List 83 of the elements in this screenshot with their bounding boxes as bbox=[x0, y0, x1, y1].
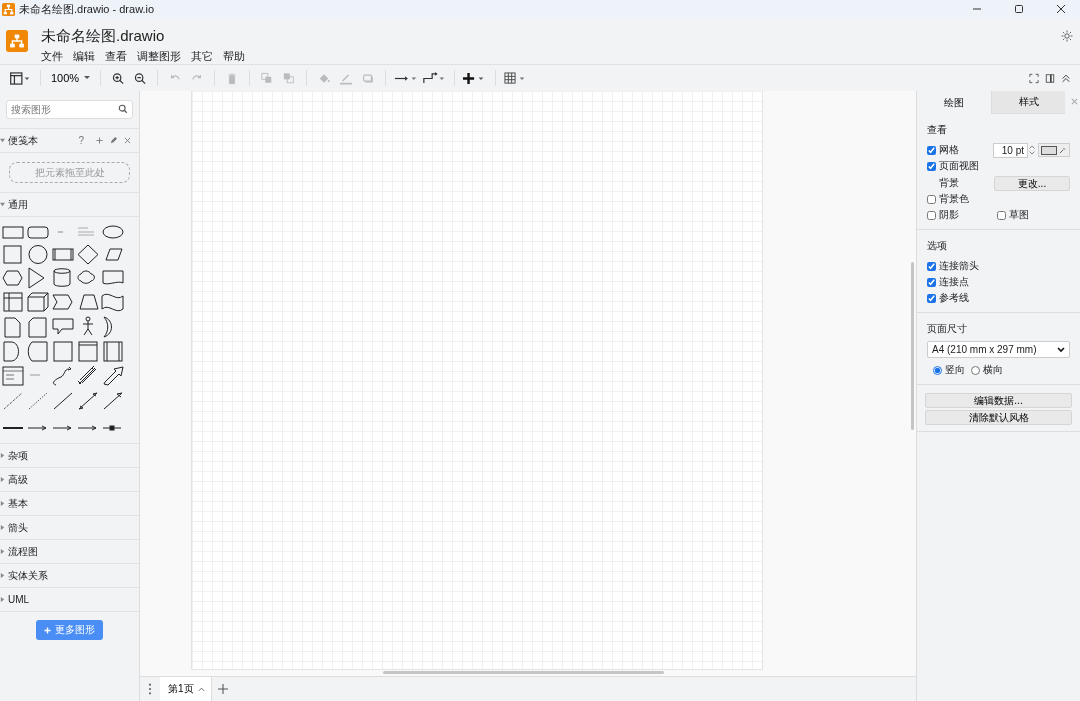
grid-size-field[interactable]: 10 pt bbox=[993, 142, 1028, 158]
menu-item[interactable]: 文件 bbox=[41, 49, 63, 64]
zoom-out-icon[interactable] bbox=[134, 71, 147, 85]
radio-button[interactable] bbox=[933, 365, 942, 375]
checkbox[interactable] bbox=[927, 161, 936, 171]
menu-item[interactable]: 调整图形 bbox=[137, 49, 181, 64]
pencil-icon[interactable] bbox=[110, 137, 117, 144]
page-tab[interactable]: 第1页 bbox=[160, 677, 212, 701]
add-page-icon[interactable] bbox=[217, 684, 228, 694]
checkbox-label: 阴影 bbox=[939, 208, 959, 222]
section-title[interactable]: 基本 bbox=[8, 496, 28, 511]
maximize-icon[interactable] bbox=[1014, 4, 1024, 14]
more-vertical-icon[interactable] bbox=[148, 683, 152, 695]
plus-icon bbox=[44, 626, 51, 634]
menu-item[interactable]: 帮助 bbox=[223, 49, 245, 64]
drop-zone: 把元素拖至此处 bbox=[9, 162, 130, 183]
checkbox-label: 背景色 bbox=[939, 192, 969, 206]
window-title: 未命名绘图.drawio - draw.io bbox=[19, 1, 155, 17]
checkbox[interactable] bbox=[927, 210, 936, 220]
radio-label: 竖向 bbox=[945, 363, 965, 377]
change-button[interactable]: 更改... bbox=[994, 176, 1070, 191]
group-heading: 页面尺寸 bbox=[927, 323, 968, 336]
section-title[interactable]: 通用 bbox=[8, 197, 28, 212]
help-button[interactable]: ? bbox=[78, 135, 84, 146]
sun-icon[interactable] bbox=[1061, 30, 1073, 42]
panel-button[interactable]: 编辑数据... bbox=[925, 393, 1072, 408]
section-title[interactable]: 实体关系 bbox=[8, 568, 48, 583]
menu-item[interactable]: 查看 bbox=[105, 49, 127, 64]
section-title[interactable]: UML bbox=[8, 594, 30, 605]
checkbox[interactable] bbox=[927, 261, 936, 271]
caret-icon bbox=[84, 76, 91, 80]
checkbox-label: 连接箭头 bbox=[939, 259, 979, 273]
radio-label: 横向 bbox=[983, 363, 1003, 377]
add-icon[interactable] bbox=[96, 137, 103, 144]
spinner-icon[interactable] bbox=[1029, 144, 1035, 156]
section-title[interactable]: 便笺本 bbox=[8, 133, 38, 148]
app-logo-icon bbox=[2, 2, 15, 16]
expand-arrow-icon[interactable] bbox=[0, 501, 5, 506]
file-title[interactable]: 未命名绘图.drawio bbox=[41, 26, 245, 46]
checkbox-label: 连接点 bbox=[939, 275, 969, 289]
checkbox[interactable] bbox=[927, 194, 936, 204]
checkbox[interactable] bbox=[997, 210, 1006, 220]
checkbox-label: 页面视图 bbox=[939, 159, 979, 173]
eyedropper-icon bbox=[1059, 146, 1066, 154]
close-icon[interactable] bbox=[1056, 4, 1066, 14]
vertical-scrollbar[interactable] bbox=[911, 262, 914, 430]
panel-button[interactable]: 清除默认风格 bbox=[925, 410, 1072, 425]
chevron-icon bbox=[1057, 346, 1065, 353]
checkbox[interactable] bbox=[927, 293, 936, 303]
checkbox-label: 参考线 bbox=[939, 291, 969, 305]
checkbox[interactable] bbox=[927, 145, 936, 155]
expand-arrow-icon[interactable] bbox=[0, 477, 5, 482]
expand-arrow-icon[interactable] bbox=[0, 573, 5, 578]
paper-size-dropdown[interactable]: A4 (210 mm x 297 mm) bbox=[927, 341, 1070, 358]
expand-arrow-icon[interactable] bbox=[0, 202, 5, 207]
expand-arrow-icon[interactable] bbox=[0, 549, 5, 554]
section-title[interactable]: 杂项 bbox=[8, 448, 28, 463]
menu-item[interactable]: 其它 bbox=[191, 49, 213, 64]
section-title[interactable]: 高级 bbox=[8, 472, 28, 487]
checkbox[interactable] bbox=[927, 277, 936, 287]
checkbox-label: 草图 bbox=[1009, 208, 1029, 222]
search-field[interactable]: 搜索图形 bbox=[6, 100, 133, 119]
panel-tab[interactable]: 样式 bbox=[991, 91, 1065, 114]
group-heading: 查看 bbox=[927, 124, 948, 137]
radio-button[interactable] bbox=[971, 365, 980, 375]
fullscreen-icon[interactable] bbox=[1029, 71, 1039, 85]
caret-icon bbox=[197, 686, 205, 692]
checkbox-label: 网格 bbox=[939, 143, 959, 157]
menu-item[interactable]: 编辑 bbox=[73, 49, 95, 64]
group-heading: 选项 bbox=[927, 240, 948, 253]
zoom-dropdown[interactable]: 100% bbox=[47, 72, 95, 84]
section-title[interactable]: 箭头 bbox=[8, 520, 28, 535]
background-label: 背景 bbox=[939, 175, 959, 190]
expand-arrow-icon[interactable] bbox=[0, 597, 5, 602]
expand-arrow-icon[interactable] bbox=[0, 453, 5, 458]
section-title[interactable]: 流程图 bbox=[8, 544, 38, 559]
expand-arrow-icon[interactable] bbox=[0, 138, 5, 143]
zoom-in-icon[interactable] bbox=[112, 71, 125, 85]
format-panel-icon[interactable] bbox=[1045, 71, 1055, 85]
drawio-logo-icon bbox=[6, 30, 28, 52]
search-icon bbox=[118, 104, 128, 114]
expand-arrow-icon[interactable] bbox=[0, 525, 5, 530]
grid-color-button[interactable] bbox=[1038, 143, 1070, 157]
